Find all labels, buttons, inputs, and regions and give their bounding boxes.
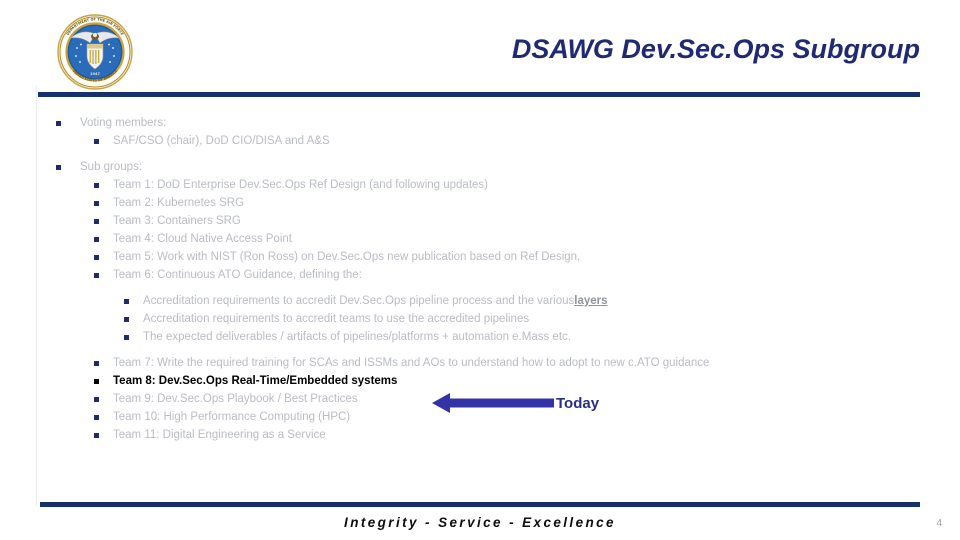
bullet-text: Team 10: High Performance Computing (HPC…: [113, 411, 351, 423]
today-callout-label: Today: [556, 395, 600, 412]
bullet-text: Team 7: Write the required training for …: [113, 357, 710, 369]
bullet-text: Team 1: DoD Enterprise Dev.Sec.Ops Ref D…: [113, 179, 488, 191]
page-number: 4: [936, 518, 942, 529]
bullet-text: Voting members:: [80, 117, 167, 129]
bullet-gap: [48, 346, 928, 354]
bullet-item: Team 6: Continuous ATO Guidance, definin…: [48, 266, 928, 284]
bullet-square-icon: [124, 299, 129, 304]
footer-divider-rule: [40, 502, 920, 507]
bullet-text: SAF/CSO (chair), DoD CIO/DISA and A&S: [113, 135, 330, 147]
bullet-item: Team 2: Kubernetes SRG: [48, 194, 928, 212]
bullet-square-icon: [94, 397, 99, 402]
bullet-item: Team 4: Cloud Native Access Point: [48, 230, 928, 248]
bullet-square-icon: [124, 317, 129, 322]
bullet-gap: [48, 284, 928, 292]
bullet-square-icon: [94, 361, 99, 366]
bullet-item: Sub groups:: [48, 158, 928, 176]
bullet-item: Team 3: Containers SRG: [48, 212, 928, 230]
left-edge-divider: [36, 86, 37, 506]
bullet-text: Accreditation requirements to accredit D…: [143, 295, 575, 307]
bullet-item: Accreditation requirements to accredit D…: [48, 292, 928, 310]
emphasized-term: layers: [574, 295, 608, 307]
bullet-square-icon: [94, 433, 99, 438]
header-divider-rule: [38, 92, 920, 97]
bullet-square-icon: [56, 121, 61, 126]
footer-tagline: Integrity - Service - Excellence: [344, 515, 616, 530]
bullet-text: Accreditation requirements to accredit t…: [143, 313, 530, 325]
slide-canvas: DEPARTMENT OF THE AIR FORCE UNITED STATE…: [0, 0, 960, 540]
bullet-gap: [48, 150, 928, 158]
bullet-text: Team 9: Dev.Sec.Ops Playbook / Best Prac…: [113, 393, 358, 405]
bullet-text: The expected deliverables / artifacts of…: [143, 331, 571, 343]
bullet-text: Team 3: Containers SRG: [113, 215, 241, 227]
bullet-text: Team 11: Digital Engineering as a Servic…: [113, 429, 326, 441]
department-of-the-air-force-seal-icon: DEPARTMENT OF THE AIR FORCE UNITED STATE…: [57, 14, 133, 90]
bullet-square-icon: [94, 183, 99, 188]
bullet-square-icon: [94, 273, 99, 278]
bullet-text: Sub groups:: [80, 161, 143, 173]
bullet-item: SAF/CSO (chair), DoD CIO/DISA and A&S: [48, 132, 928, 150]
bullet-text: Team 8: Dev.Sec.Ops Real-Time/Embedded s…: [113, 375, 398, 387]
bullet-item: Team 1: DoD Enterprise Dev.Sec.Ops Ref D…: [48, 176, 928, 194]
bullet-item: Team 7: Write the required training for …: [48, 354, 928, 372]
bullet-text: Team 2: Kubernetes SRG: [113, 197, 245, 209]
bullet-square-icon: [94, 379, 99, 384]
bullet-item: Team 8: Dev.Sec.Ops Real-Time/Embedded s…: [48, 372, 928, 390]
bullet-text: Team 4: Cloud Native Access Point: [113, 233, 292, 245]
bullet-item: Accreditation requirements to accredit t…: [48, 310, 928, 328]
today-arrow-icon: [432, 392, 562, 414]
bullet-square-icon: [94, 219, 99, 224]
bullet-square-icon: [94, 201, 99, 206]
svg-text:1947: 1947: [90, 72, 101, 76]
page-title: DSAWG Dev.Sec.Ops Subgroup: [511, 34, 920, 64]
bullet-square-icon: [94, 237, 99, 242]
bullet-square-icon: [124, 335, 129, 340]
bullet-item: Team 5: Work with NIST (Ron Ross) on Dev…: [48, 248, 928, 266]
bullet-square-icon: [56, 165, 61, 170]
bullet-text: Team 5: Work with NIST (Ron Ross) on Dev…: [113, 251, 581, 263]
bullet-item: Team 11: Digital Engineering as a Servic…: [48, 426, 928, 444]
bullet-square-icon: [94, 139, 99, 144]
bullet-item: The expected deliverables / artifacts of…: [48, 328, 928, 346]
bullet-square-icon: [94, 415, 99, 420]
bullet-square-icon: [94, 255, 99, 260]
bullet-item: Voting members:: [48, 114, 928, 132]
bullet-text: Team 6: Continuous ATO Guidance, definin…: [113, 269, 362, 281]
